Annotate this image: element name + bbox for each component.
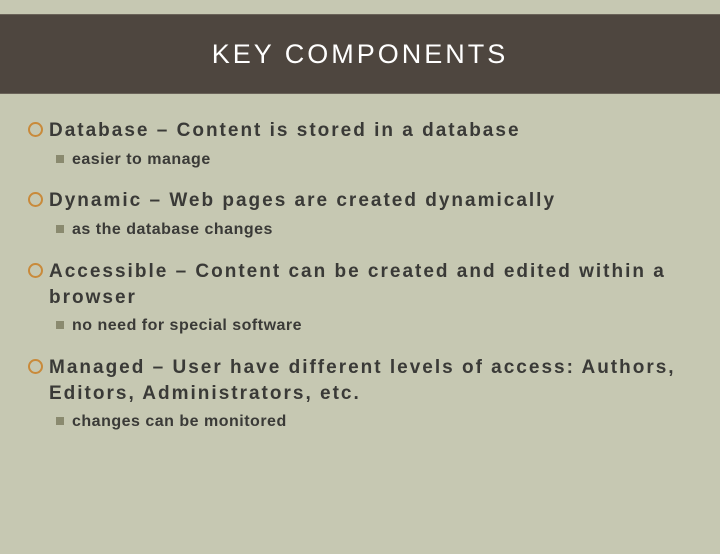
circle-bullet-icon (28, 263, 43, 278)
sub-text: as the database changes (72, 220, 273, 241)
main-text: Database – Content is stored in a databa… (49, 118, 692, 144)
list-item: Database – Content is stored in a databa… (28, 118, 692, 182)
sub-text: changes can be monitored (72, 412, 287, 433)
main-text: Accessible – Content can be created and … (49, 259, 692, 310)
main-point: Accessible – Content can be created and … (28, 259, 692, 310)
sub-point: easier to manage (28, 144, 692, 183)
list-item: Accessible – Content can be created and … (28, 259, 692, 349)
list-item: Managed – User have different levels of … (28, 355, 692, 445)
list-item: Dynamic – Web pages are created dynamica… (28, 188, 692, 252)
sub-point: no need for special software (28, 310, 692, 349)
slide-title: KEY COMPONENTS (212, 39, 509, 70)
square-bullet-icon (56, 417, 64, 425)
square-bullet-icon (56, 225, 64, 233)
square-bullet-icon (56, 321, 64, 329)
main-point: Managed – User have different levels of … (28, 355, 692, 406)
square-bullet-icon (56, 155, 64, 163)
main-text: Managed – User have different levels of … (49, 355, 692, 406)
sub-point: as the database changes (28, 214, 692, 253)
circle-bullet-icon (28, 192, 43, 207)
content-area: Database – Content is stored in a databa… (0, 94, 720, 445)
main-point: Dynamic – Web pages are created dynamica… (28, 188, 692, 214)
main-point: Database – Content is stored in a databa… (28, 118, 692, 144)
sub-text: no need for special software (72, 316, 302, 337)
header-band: KEY COMPONENTS (0, 14, 720, 94)
sub-text: easier to manage (72, 150, 211, 171)
circle-bullet-icon (28, 359, 43, 374)
main-text: Dynamic – Web pages are created dynamica… (49, 188, 692, 214)
circle-bullet-icon (28, 122, 43, 137)
sub-point: changes can be monitored (28, 406, 692, 445)
